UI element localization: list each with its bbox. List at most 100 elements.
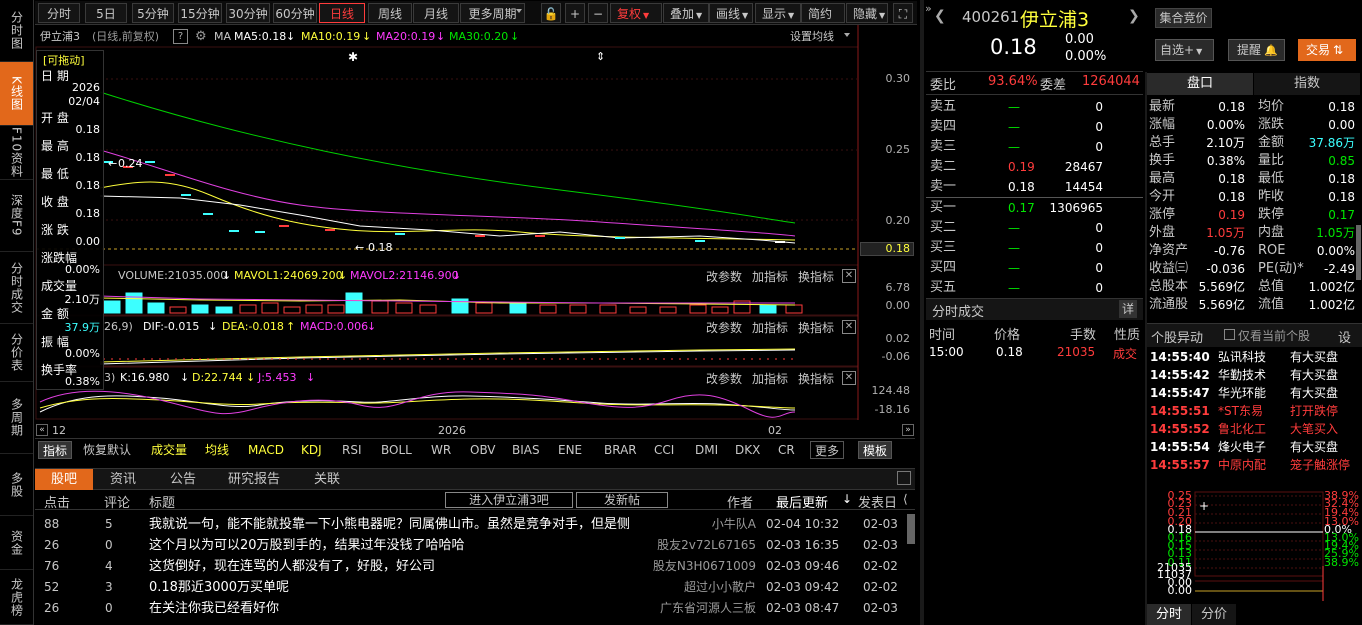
forum-author[interactable]: 股友N3H0671009 [653, 556, 756, 577]
indicator-tab[interactable]: KDJ [301, 441, 322, 459]
indicator-tab[interactable]: MACD [248, 441, 284, 459]
alert-row[interactable]: 14:55:57 中原内配 笼子触涨停 [1150, 456, 1360, 474]
orderbook-row[interactable]: 卖二 0.19 28467 [930, 157, 1143, 177]
orderbook-row[interactable]: 卖四 — 0 [930, 117, 1143, 137]
forum-author[interactable]: 股友2v72L67165 [657, 535, 756, 556]
panel-control-1[interactable]: 加指标 [752, 268, 788, 285]
indicator-tab[interactable]: DMI [695, 441, 718, 459]
panel-control-2[interactable]: 换指标 [798, 319, 834, 336]
alert-row[interactable]: 14:55:47 华光环能 有大买盘 [1150, 384, 1360, 402]
indicator-tab[interactable]: CCI [654, 441, 674, 459]
forum-tab[interactable]: 公告 [154, 469, 212, 490]
panel-control-0[interactable]: 改参数 [706, 268, 742, 285]
orderbook-row[interactable]: 买二 — 0 [930, 218, 1143, 238]
alert-stock[interactable]: 华勤技术 [1218, 366, 1266, 384]
prev-stock-icon[interactable]: ❮ [934, 8, 946, 24]
panel-divider[interactable] [920, 0, 924, 625]
alerts-settings-button[interactable]: 设 [1338, 327, 1351, 346]
forum-title-link[interactable]: 我就说一句，能不能就投靠一下小熊电器呢？同属佛山市。虽然是竞争对手，但是侧 [149, 514, 630, 535]
indicator-tab[interactable]: RSI [342, 441, 362, 459]
close-icon[interactable]: ✕ [842, 269, 856, 283]
side-tab[interactable]: 多股 [0, 454, 33, 516]
side-tab[interactable]: 分时成交 [0, 252, 33, 324]
panel-control-1[interactable]: 加指标 [752, 319, 788, 336]
next-stock-icon[interactable]: ❯ [1128, 8, 1140, 24]
panel-control-2[interactable]: 换指标 [798, 268, 834, 285]
alert-row[interactable]: 14:55:52 鲁北化工 大笔买入 [1150, 420, 1360, 438]
forum-title-link[interactable]: 这货倒好，现在连骂的人都没有了，好股，好公司 [149, 556, 435, 577]
forum-author[interactable]: 小牛队A [712, 514, 756, 535]
only-current-checkbox[interactable] [1224, 329, 1235, 340]
indicator-tab[interactable]: 更多 [810, 441, 845, 459]
indicator-tab[interactable]: WR [431, 441, 451, 459]
alert-stock[interactable]: 中原内配 [1218, 456, 1266, 474]
mini-chart-tab[interactable]: 分价 [1192, 604, 1236, 625]
indicator-tab[interactable]: BRAR [604, 441, 637, 459]
indicator-tab[interactable]: 模板 [858, 441, 893, 459]
indicator-tab[interactable]: 恢复默认 [83, 441, 131, 459]
indicator-tab[interactable]: BIAS [512, 441, 540, 459]
orderbook-row[interactable]: 卖一 0.18 14454 [930, 177, 1143, 197]
auction-badge[interactable]: 集合竞价 [1155, 8, 1212, 28]
side-tab[interactable]: K线图 [0, 62, 33, 126]
data-tooltip[interactable]: [可拖动] 日 期 2026 02/04 开 盘 0.18 最 高 0.18 最… [36, 50, 104, 390]
expand-icon[interactable] [897, 471, 911, 485]
side-tab[interactable]: 深度F9 [0, 180, 33, 252]
forum-author[interactable]: 超过小小散户 [684, 577, 756, 598]
close-icon[interactable]: ✕ [842, 320, 856, 334]
side-tab[interactable]: 分价表 [0, 324, 33, 382]
forum-title-link[interactable]: 这个月以为可以20万股到手的，结果过年没钱了哈哈哈 [149, 535, 465, 556]
side-tab[interactable]: 资金 [0, 516, 33, 570]
close-icon[interactable]: ✕ [842, 371, 856, 385]
alert-stock[interactable]: 鲁北化工 [1218, 420, 1266, 438]
scroll-left-icon[interactable]: « [36, 424, 48, 436]
indicator-tab[interactable]: 指标 [38, 441, 73, 459]
orderbook-row[interactable]: 买一 0.17 1306965 [930, 198, 1143, 218]
add-watchlist-button[interactable]: 自选+ ▼ [1155, 39, 1214, 61]
forum-row[interactable]: 26 0 在关注你我已经看好你 广东省河源人三板 02-03 08:47 02-03 [35, 598, 915, 619]
alert-row[interactable]: 14:55:42 华勤技术 有大买盘 [1150, 366, 1360, 384]
panel-control-0[interactable]: 改参数 [706, 319, 742, 336]
alert-stock[interactable]: *ST东易 [1218, 402, 1263, 420]
indicator-tab[interactable]: ENE [558, 441, 582, 459]
forum-tab[interactable]: 资讯 [96, 469, 150, 490]
forum-row[interactable]: 52 3 0.18那近3000万买单呢 超过小小散户 02-03 09:42 02-02 [35, 577, 915, 598]
panel-control-1[interactable]: 加指标 [752, 370, 788, 387]
side-tab[interactable]: 多周期 [0, 382, 33, 454]
mini-chart-tab[interactable]: 分时 [1147, 604, 1191, 625]
alert-row[interactable]: 14:55:40 弘讯科技 有大买盘 [1150, 348, 1360, 366]
side-tab[interactable]: 分时图 [0, 0, 33, 62]
orderbook-row[interactable]: 卖五 — 0 [930, 97, 1143, 117]
alert-stock[interactable]: 华光环能 [1218, 384, 1266, 402]
indicator-tab[interactable]: OBV [470, 441, 496, 459]
double-arrow-icon[interactable]: » [925, 2, 932, 15]
quote-tab[interactable]: 盘口 [1147, 73, 1253, 95]
panel-control-2[interactable]: 换指标 [798, 370, 834, 387]
scroll-right-icon[interactable]: » [902, 424, 914, 436]
alert-button[interactable]: 提醒 🔔 [1228, 39, 1285, 61]
orderbook-row[interactable]: 买五 — 0 [930, 278, 1143, 298]
trades-detail-button[interactable]: 详 [1119, 300, 1137, 318]
alert-stock[interactable]: 弘讯科技 [1218, 348, 1266, 366]
forum-tab[interactable]: 股吧 [35, 469, 93, 490]
forum-row[interactable]: 76 4 这货倒好，现在连骂的人都没有了，好股，好公司 股友N3H0671009 02-… [35, 556, 915, 577]
side-tab[interactable]: 龙虎榜 [0, 570, 33, 625]
forum-row[interactable]: 26 0 这个月以为可以20万股到手的，结果过年没钱了哈哈哈 股友2v72L67165… [35, 535, 915, 556]
indicator-tab[interactable]: 成交量 [151, 441, 187, 459]
indicator-tab[interactable]: 均线 [205, 441, 229, 459]
forum-row[interactable]: 88 5 我就说一句，能不能就投靠一下小熊电器呢？同属佛山市。虽然是竞争对手，但是侧… [35, 514, 915, 535]
trade-button[interactable]: 交易 ⇅ [1298, 39, 1356, 61]
alert-row[interactable]: 14:55:54 烽火电子 有大买盘 [1150, 438, 1360, 456]
indicator-tab[interactable]: DKX [735, 441, 760, 459]
orderbook-row[interactable]: 卖三 — 0 [930, 137, 1143, 157]
quote-tab[interactable]: 指数 [1254, 73, 1360, 95]
forum-author[interactable]: 广东省河源人三板 [660, 598, 756, 619]
forum-title-link[interactable]: 0.18那近3000万买单呢 [149, 577, 289, 598]
orderbook-row[interactable]: 买四 — 0 [930, 258, 1143, 278]
indicator-tab[interactable]: BOLL [381, 441, 412, 459]
forum-tab[interactable]: 研究报告 [216, 469, 292, 490]
side-tab[interactable]: F10资料 [0, 126, 33, 180]
alert-stock[interactable]: 烽火电子 [1218, 438, 1266, 456]
forum-title-link[interactable]: 在关注你我已经看好你 [149, 598, 279, 619]
orderbook-row[interactable]: 买三 — 0 [930, 238, 1143, 258]
